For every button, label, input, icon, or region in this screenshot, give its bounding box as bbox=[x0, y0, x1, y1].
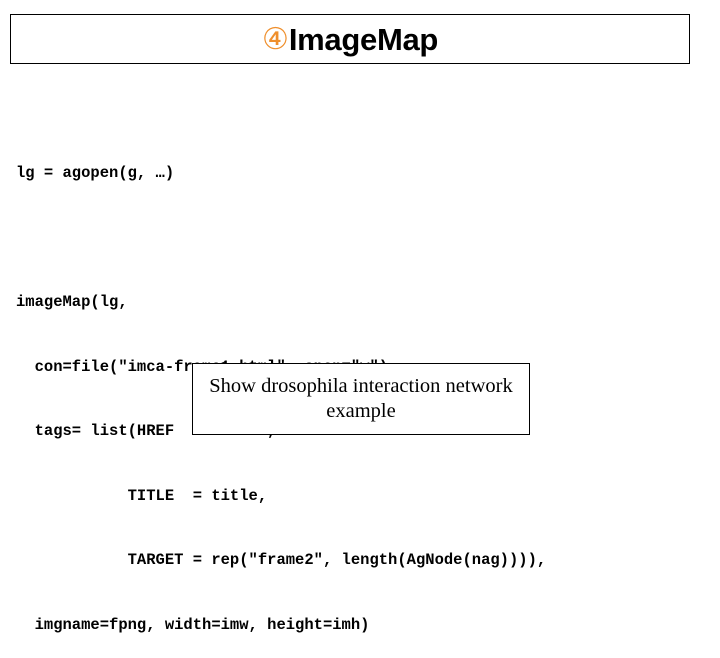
code-line: TARGET = rep("frame2", length(AgNode(nag… bbox=[16, 551, 547, 569]
slide-title-box: ④ ImageMap bbox=[10, 14, 690, 64]
code-line: lg = agopen(g, …) bbox=[16, 164, 175, 182]
code-line: imgname=fpng, width=imw, height=imh) bbox=[16, 615, 370, 634]
page-title: ImageMap bbox=[288, 21, 439, 57]
show-drosophila-example-button[interactable]: Show drosophila interaction network exam… bbox=[192, 363, 530, 435]
code-line: TITLE = title, bbox=[16, 486, 268, 505]
show-drosophila-example-button-label: Show drosophila interaction network exam… bbox=[209, 375, 513, 422]
circled-four-bullet-icon: ④ bbox=[261, 22, 289, 57]
slide-title-line: ④ ImageMap bbox=[262, 24, 438, 55]
code-line: imageMap(lg, bbox=[16, 293, 128, 311]
